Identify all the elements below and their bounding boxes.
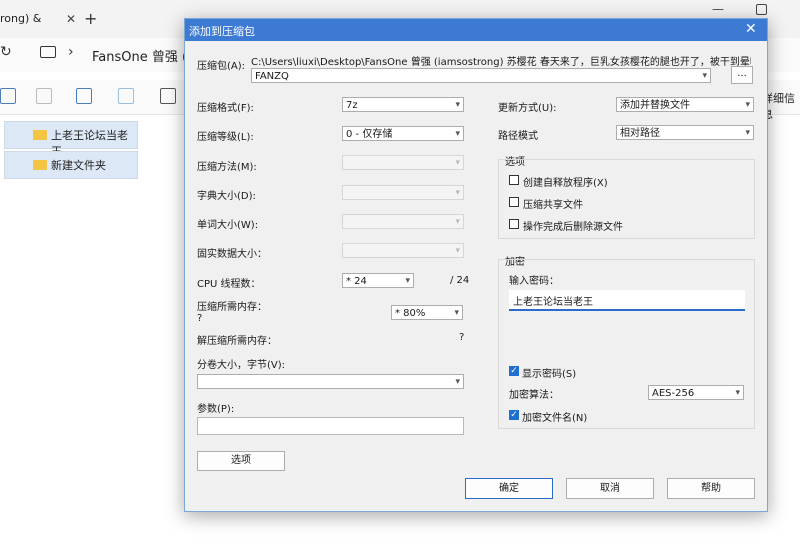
path-mode-label: 路径模式: [498, 131, 538, 142]
solid-size-label: 固实数据大小：: [197, 249, 267, 260]
dialog-titlebar: [185, 19, 767, 41]
delete-after-checkbox[interactable]: [509, 219, 519, 229]
share-icon[interactable]: [118, 88, 134, 104]
chevron-down-icon: ▾: [454, 308, 459, 318]
list-item-label: 新建文件夹: [51, 159, 106, 172]
format-label: 压缩格式(F):: [197, 103, 254, 114]
cpu-threads-total: / 24: [450, 275, 470, 286]
close-icon[interactable]: ✕: [745, 21, 757, 37]
chevron-down-icon: ▾: [702, 71, 707, 81]
dictionary-label: 字典大小(D):: [197, 191, 256, 202]
memory-label: 压缩所需内存：: [197, 302, 267, 313]
options-button[interactable]: 选项: [197, 451, 285, 471]
level-value: 0 - 仅存储: [346, 129, 393, 140]
chevron-right-icon[interactable]: ›: [68, 44, 74, 60]
add-to-archive-dialog: 添加到压缩包 ✕ 压缩包(A): C:\Users\liuxi\Desktop\…: [184, 18, 768, 512]
chevron-down-icon: ▾: [455, 188, 460, 198]
encryption-method-label: 加密算法：: [509, 390, 559, 401]
chevron-down-icon: ▾: [455, 129, 460, 139]
minimize-icon[interactable]: —: [712, 2, 728, 18]
explorer-tab-title[interactable]: rong) &: [0, 6, 70, 32]
new-icon[interactable]: [0, 88, 16, 104]
ok-button[interactable]: 确定: [465, 478, 553, 499]
shared-files-label: 压缩共享文件: [523, 200, 583, 211]
decompress-memory-value: ?: [459, 332, 465, 343]
chevron-down-icon: ▾: [405, 276, 410, 286]
path-mode-select[interactable]: 相对路径 ▾: [616, 125, 754, 140]
shared-files-checkbox[interactable]: [509, 197, 519, 207]
help-button[interactable]: 帮助: [667, 478, 755, 499]
memory-unknown: ?: [197, 313, 203, 324]
solid-size-select: ▾: [342, 243, 464, 258]
chevron-down-icon: ▾: [745, 100, 750, 110]
maximize-icon[interactable]: [756, 4, 767, 15]
chevron-down-icon: ▾: [455, 246, 460, 256]
tab-close-icon[interactable]: ✕: [66, 6, 80, 32]
decompress-memory-label: 解压缩所需内存：: [197, 336, 277, 347]
level-label: 压缩等级(L):: [197, 132, 254, 143]
sfx-checkbox[interactable]: [509, 175, 519, 185]
trash-icon[interactable]: [160, 88, 176, 104]
cpu-threads-label: CPU 线程数：: [197, 279, 261, 290]
copy-icon[interactable]: [36, 88, 52, 104]
chevron-down-icon: ▾: [455, 217, 460, 227]
path-mode-value: 相对路径: [620, 128, 660, 139]
list-item[interactable]: 新建文件夹: [4, 151, 138, 179]
delete-after-label: 操作完成后删除源文件: [523, 222, 623, 233]
computer-icon[interactable]: [40, 46, 56, 58]
encrypt-filenames-checkbox[interactable]: ✓: [509, 410, 519, 420]
dialog-title: 添加到压缩包: [189, 25, 255, 38]
chevron-down-icon: ▾: [455, 100, 460, 110]
format-select[interactable]: 7z ▾: [342, 97, 464, 112]
show-password-checkbox[interactable]: ✓: [509, 366, 519, 376]
cancel-button[interactable]: 取消: [566, 478, 654, 499]
breadcrumb[interactable]: FansOne 曾强 (ia: [92, 46, 199, 65]
memory-value: * 80%: [395, 308, 426, 319]
format-value: 7z: [346, 100, 358, 111]
update-mode-value: 添加并替换文件: [620, 100, 690, 111]
encrypt-filenames-label: 加密文件名(N): [522, 413, 588, 424]
password-label: 输入密码：: [509, 276, 559, 287]
chevron-down-icon: ▾: [745, 128, 750, 138]
refresh-icon[interactable]: ↻: [0, 44, 12, 60]
encryption-method-value: AES-256: [652, 388, 695, 399]
chevron-down-icon: ▾: [455, 377, 460, 387]
encryption-method-select[interactable]: AES-256 ▾: [648, 385, 744, 400]
method-select: ▾: [342, 155, 464, 170]
chevron-down-icon: ▾: [735, 388, 740, 398]
word-size-label: 单词大小(W):: [197, 220, 259, 231]
update-mode-label: 更新方式(U):: [498, 103, 557, 114]
archive-path: C:\Users\liuxi\Desktop\FansOne 曾强 (iamso…: [251, 57, 751, 68]
archive-name-value: FANZQ: [255, 71, 289, 82]
rename-icon[interactable]: [76, 88, 92, 104]
show-password-label: 显示密码(S): [522, 369, 577, 380]
folder-icon: [33, 130, 47, 140]
password-input[interactable]: 上老王论坛当老王: [509, 290, 745, 311]
parameters-input[interactable]: [197, 417, 464, 435]
update-mode-select[interactable]: 添加并替换文件 ▾: [616, 97, 754, 112]
sfx-label: 创建自释放程序(X): [523, 178, 608, 189]
memory-select[interactable]: * 80% ▾: [391, 305, 463, 320]
volume-size-label: 分卷大小，字节(V):: [197, 360, 286, 371]
cpu-threads-select[interactable]: * 24 ▾: [342, 273, 414, 288]
word-size-select: ▾: [342, 214, 464, 229]
cpu-threads-value: * 24: [346, 276, 367, 287]
archive-name-combo[interactable]: FANZQ ▾: [251, 68, 711, 83]
new-tab-button[interactable]: +: [84, 6, 98, 32]
method-label: 压缩方法(M):: [197, 162, 257, 173]
folder-icon: [33, 160, 47, 170]
list-item[interactable]: 上老王论坛当老王: [4, 121, 138, 158]
browse-button[interactable]: ...: [731, 66, 753, 84]
archive-label: 压缩包(A):: [197, 61, 246, 72]
chevron-down-icon: ▾: [455, 158, 460, 168]
dictionary-select: ▾: [342, 185, 464, 200]
volume-size-combo[interactable]: ▾: [197, 374, 464, 389]
parameters-label: 参数(P):: [197, 404, 235, 415]
level-select[interactable]: 0 - 仅存储 ▾: [342, 126, 464, 141]
